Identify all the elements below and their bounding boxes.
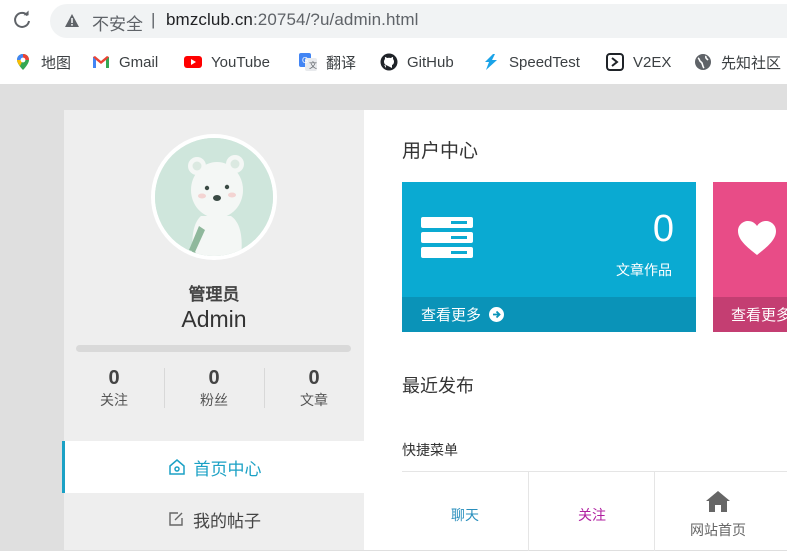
- youtube-icon: [184, 56, 202, 68]
- home-icon: [168, 459, 185, 475]
- heart-icon: [738, 221, 776, 255]
- bookmark-github[interactable]: GitHub: [380, 52, 454, 72]
- quick-item-follow[interactable]: 关注: [528, 471, 655, 551]
- stat-followers[interactable]: 0 粉丝: [164, 366, 264, 412]
- address-bar[interactable]: [50, 4, 787, 38]
- bookmark-maps[interactable]: 地图: [14, 52, 71, 72]
- page-title: 用户中心: [402, 141, 479, 162]
- user-role: 管理员: [188, 285, 240, 304]
- sidebar-item-label: 首页中心: [193, 459, 262, 479]
- recent-posts-title: 最近发布: [402, 376, 474, 396]
- stat-articles[interactable]: 0 文章: [264, 366, 364, 412]
- user-center-main: 用户中心 0 文章作品 查看更多 查看更多 最近发布 快捷菜单 聊天 关注 网站…: [364, 110, 787, 551]
- url-text[interactable]: bmzclub.cn:20754/?u/admin.html: [166, 10, 418, 30]
- v2ex-icon: [606, 53, 624, 71]
- globe-icon: [695, 54, 711, 70]
- bookmark-label: SpeedTest: [509, 53, 580, 71]
- bookmark-label: Gmail: [119, 53, 159, 71]
- bookmark-youtube[interactable]: YouTube: [184, 52, 270, 72]
- speedtest-icon: [485, 54, 497, 70]
- stat-label: 文章: [300, 392, 328, 408]
- view-more-link[interactable]: 查看更多: [402, 297, 696, 332]
- sidebar-item-my-posts[interactable]: 我的帖子: [64, 493, 364, 545]
- user-stats: 0 关注 0 粉丝 0 文章: [64, 366, 364, 412]
- quick-item-chat[interactable]: 聊天: [402, 471, 528, 551]
- url-host: bmzclub.cn: [166, 10, 253, 29]
- maps-pin-icon: [17, 54, 29, 70]
- bookmark-label: 先知社区: [721, 54, 782, 72]
- bookmark-translate[interactable]: G 文 翻译: [299, 52, 356, 72]
- articles-stat-card[interactable]: 0 文章作品 查看更多: [402, 182, 696, 332]
- level-progress-bar: [76, 345, 351, 352]
- stat-label: 粉丝: [200, 392, 228, 408]
- stat-value: 0: [308, 367, 320, 389]
- view-more-label: 查看更多: [421, 307, 482, 324]
- svg-text:文: 文: [309, 60, 317, 70]
- bookmark-v2ex[interactable]: V2EX: [606, 52, 671, 72]
- bookmark-gmail[interactable]: Gmail: [92, 52, 158, 72]
- stat-value: 0: [208, 367, 220, 389]
- view-more-label: 查看更多: [731, 307, 787, 324]
- articles-count: 0: [652, 208, 674, 250]
- home-icon: [706, 491, 730, 512]
- bookmark-xianzhi[interactable]: 先知社区: [694, 52, 781, 72]
- edit-icon: [169, 512, 183, 526]
- bookmark-speedtest[interactable]: SpeedTest: [482, 52, 580, 72]
- quick-menu-title: 快捷菜单: [402, 442, 458, 458]
- bear-avatar-image: [155, 138, 273, 256]
- quick-item-label: 网站首页: [690, 522, 746, 538]
- quick-item-label: 聊天: [451, 507, 479, 523]
- bookmark-label: 地图: [41, 54, 72, 72]
- profile-sidebar: 管理员 Admin 0 关注 0 粉丝 0 文章 首页中心 我的帖子: [62, 110, 364, 550]
- server-icon: [421, 217, 473, 258]
- quick-item-label: 关注: [578, 507, 606, 523]
- browser-chrome: 不安全 | bmzclub.cn:20754/?u/admin.html 地图 …: [0, 0, 787, 84]
- bookmark-label: V2EX: [633, 53, 672, 71]
- reload-icon[interactable]: [12, 10, 32, 30]
- sidebar-item-home[interactable]: 首页中心: [62, 441, 364, 493]
- likes-stat-card[interactable]: 查看更多: [713, 182, 787, 332]
- quick-item-site-home[interactable]: 网站首页: [654, 471, 781, 551]
- stat-following[interactable]: 0 关注: [64, 366, 164, 412]
- stat-value: 0: [108, 367, 120, 389]
- bookmark-label: 翻译: [326, 54, 357, 72]
- svg-text:G: G: [302, 56, 308, 65]
- sidebar-item-label: 我的帖子: [193, 511, 261, 531]
- address-separator: |: [151, 10, 156, 29]
- bookmark-label: GitHub: [407, 53, 454, 71]
- username: Admin: [181, 306, 247, 332]
- view-more-link[interactable]: 查看更多: [713, 297, 787, 332]
- warning-icon[interactable]: [64, 13, 80, 28]
- github-icon: [380, 53, 398, 71]
- avatar[interactable]: [151, 134, 277, 260]
- arrow-right-circle-icon: [489, 307, 505, 322]
- url-path: :20754/?u/admin.html: [252, 10, 419, 29]
- gmail-icon: [93, 56, 109, 68]
- bookmark-label: YouTube: [211, 53, 270, 71]
- translate-icon: G 文: [299, 53, 317, 71]
- articles-caption: 文章作品: [616, 262, 672, 278]
- stat-label: 关注: [100, 392, 128, 408]
- insecure-label[interactable]: 不安全: [92, 10, 143, 35]
